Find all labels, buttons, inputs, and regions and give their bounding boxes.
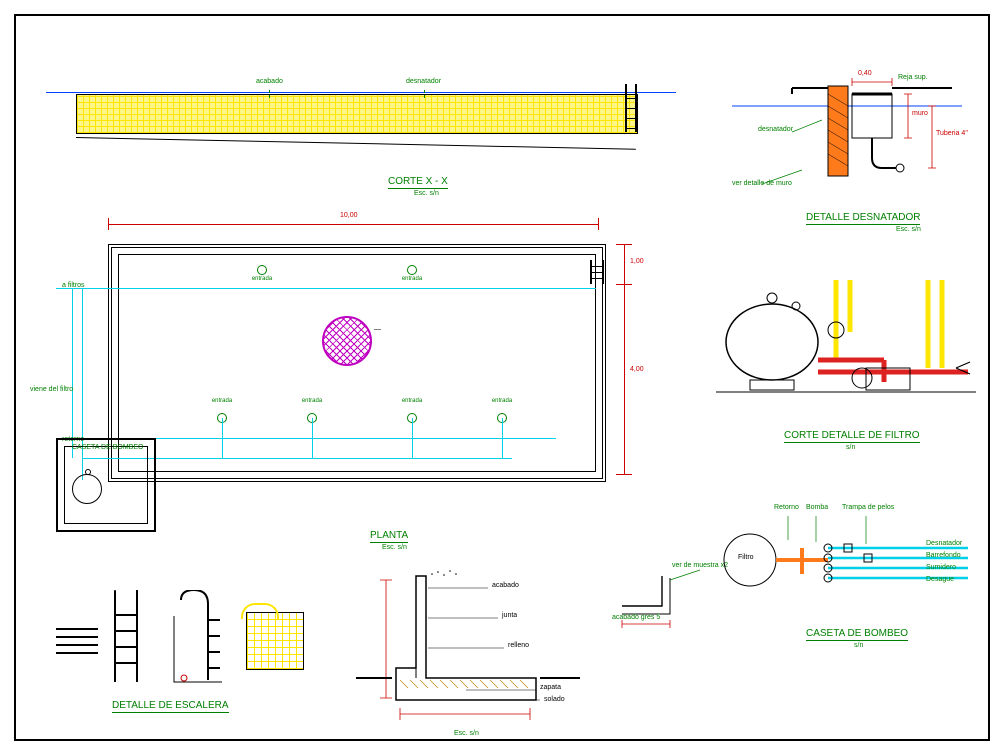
ladder-plan-icon bbox=[586, 260, 608, 284]
inlet-top-2-lbl: entrada bbox=[402, 276, 422, 282]
ladder-section-icon bbox=[622, 84, 640, 132]
wall-lbl-3: zapata bbox=[540, 684, 561, 691]
skim-lbl-top: Reja sup. bbox=[898, 74, 928, 81]
inlet-bot-3-lbl: entrada bbox=[402, 398, 422, 404]
skim-lbl-wall: muro bbox=[912, 110, 928, 117]
inlet-top-1 bbox=[257, 265, 267, 275]
callout-finish: acabado bbox=[256, 78, 283, 85]
pool-floor-slope bbox=[76, 137, 636, 150]
coping-bars bbox=[56, 622, 98, 660]
skim-lbl-side: desnatador bbox=[758, 126, 793, 133]
inlet-top-1-lbl: entrada bbox=[252, 276, 272, 282]
title-desnatador: DETALLE DESNATADOR bbox=[806, 212, 920, 225]
pump-house-plan bbox=[56, 438, 156, 532]
corner-detail: ver de muestra x2 acabado gres 5 bbox=[612, 566, 722, 636]
dim-top-tick-r bbox=[598, 218, 599, 230]
dim-top bbox=[108, 224, 598, 225]
pump-house-label: CASETA DE BOMBEO bbox=[72, 444, 143, 451]
ladder-side-view bbox=[166, 590, 226, 682]
wall-lbl-0: acabado bbox=[492, 582, 519, 589]
scale-bombeo: s/n bbox=[854, 642, 863, 649]
dim-right-tick-b bbox=[616, 474, 632, 475]
skimmer-detail: 0,40 desnatador ver detalle de muro muro… bbox=[732, 76, 962, 216]
bomb-out-a: Desnatador bbox=[926, 540, 962, 547]
plan-left-note: viene del filtro bbox=[30, 386, 73, 393]
bomb-trap: Trampa de pelos bbox=[842, 504, 894, 511]
main-drain-icon bbox=[322, 316, 372, 366]
scale-planta: Esc. s/n bbox=[382, 544, 407, 551]
wall-section-detail: acabado junta relleno zapata solado bbox=[356, 568, 596, 738]
drawing-sheet: acabado desnatador CORTE X - X Esc. s/n … bbox=[0, 0, 1000, 751]
inlet-top-2 bbox=[407, 265, 417, 275]
drawing-frame: acabado desnatador CORTE X - X Esc. s/n … bbox=[14, 14, 990, 741]
ladder-front-view bbox=[110, 590, 142, 682]
pipe-drop-2 bbox=[312, 418, 313, 458]
inlet-bot-2-lbl: entrada bbox=[302, 398, 322, 404]
skim-lbl-pipe: Tuberia 4" bbox=[936, 130, 968, 137]
bomb-ret: Retorno bbox=[774, 504, 799, 511]
inlet-bot-1-lbl: entrada bbox=[212, 398, 232, 404]
bomb-out-c: Sumidero bbox=[926, 564, 956, 571]
bomb-out-b: Barrefondo bbox=[926, 552, 961, 559]
pipe-supply-top bbox=[56, 288, 596, 289]
title-corte-xx: CORTE X - X bbox=[388, 176, 448, 189]
filter-detail bbox=[716, 272, 976, 442]
pipe-drop-4 bbox=[502, 418, 503, 458]
dim-right-tick-t bbox=[616, 244, 632, 245]
scale-filtro: s/n bbox=[846, 444, 855, 451]
corner-sub: acabado gres 5 bbox=[612, 614, 660, 621]
pipe-riser-1 bbox=[72, 288, 73, 458]
bomb-out-d: Desague bbox=[926, 576, 954, 583]
title-filtro: CORTE DETALLE DE FILTRO bbox=[784, 430, 920, 443]
dim-right-a: 1,00 bbox=[630, 258, 644, 265]
dim-top-tick-l bbox=[108, 218, 109, 230]
tile-grid-icon bbox=[246, 612, 304, 670]
scale-corte-xx: Esc. s/n bbox=[414, 190, 439, 197]
scale-muro: Esc. s/n bbox=[454, 730, 479, 737]
title-escalera: DETALLE DE ESCALERA bbox=[112, 700, 229, 713]
inlet-bot-4-lbl: entrada bbox=[492, 398, 512, 404]
wall-lbl-1: junta bbox=[502, 612, 517, 619]
pipe-drop-3 bbox=[412, 418, 413, 458]
skim-dim-top: 0,40 bbox=[858, 70, 872, 77]
wall-lbl-4: solado bbox=[544, 696, 565, 703]
handrail-curve-icon bbox=[241, 603, 279, 619]
water-line bbox=[46, 92, 676, 93]
skim-note: ver detalle de muro bbox=[732, 180, 792, 187]
section-corte-xx: acabado desnatador bbox=[76, 92, 636, 136]
dim-right bbox=[624, 244, 625, 474]
title-planta: PLANTA bbox=[370, 530, 408, 543]
pump-house-schematic: Filtro Retorno Bomba Trampa de pelos Des… bbox=[716, 490, 976, 640]
scale-desnatador: Esc. s/n bbox=[896, 226, 921, 233]
pipe-drop-1 bbox=[222, 418, 223, 458]
callout-skimmer: desnatador bbox=[406, 78, 441, 85]
wall-lbl-2: relleno bbox=[508, 642, 529, 649]
bomb-filter: Filtro bbox=[738, 554, 754, 561]
bomb-bomba: Bomba bbox=[806, 504, 828, 511]
dim-right-b: 4,00 bbox=[630, 366, 644, 373]
plan-view: — entrada entrada entrada entrada entrad… bbox=[108, 244, 606, 482]
plan-left-a: a filtros bbox=[62, 282, 85, 289]
filter-circle-icon bbox=[72, 474, 102, 504]
drain-leader: — bbox=[374, 326, 381, 333]
dim-top-value: 10,00 bbox=[340, 212, 358, 219]
pool-water-hatch bbox=[76, 94, 638, 134]
dim-right-tick-m bbox=[616, 284, 632, 285]
title-bombeo: CASETA DE BOMBEO bbox=[806, 628, 908, 641]
